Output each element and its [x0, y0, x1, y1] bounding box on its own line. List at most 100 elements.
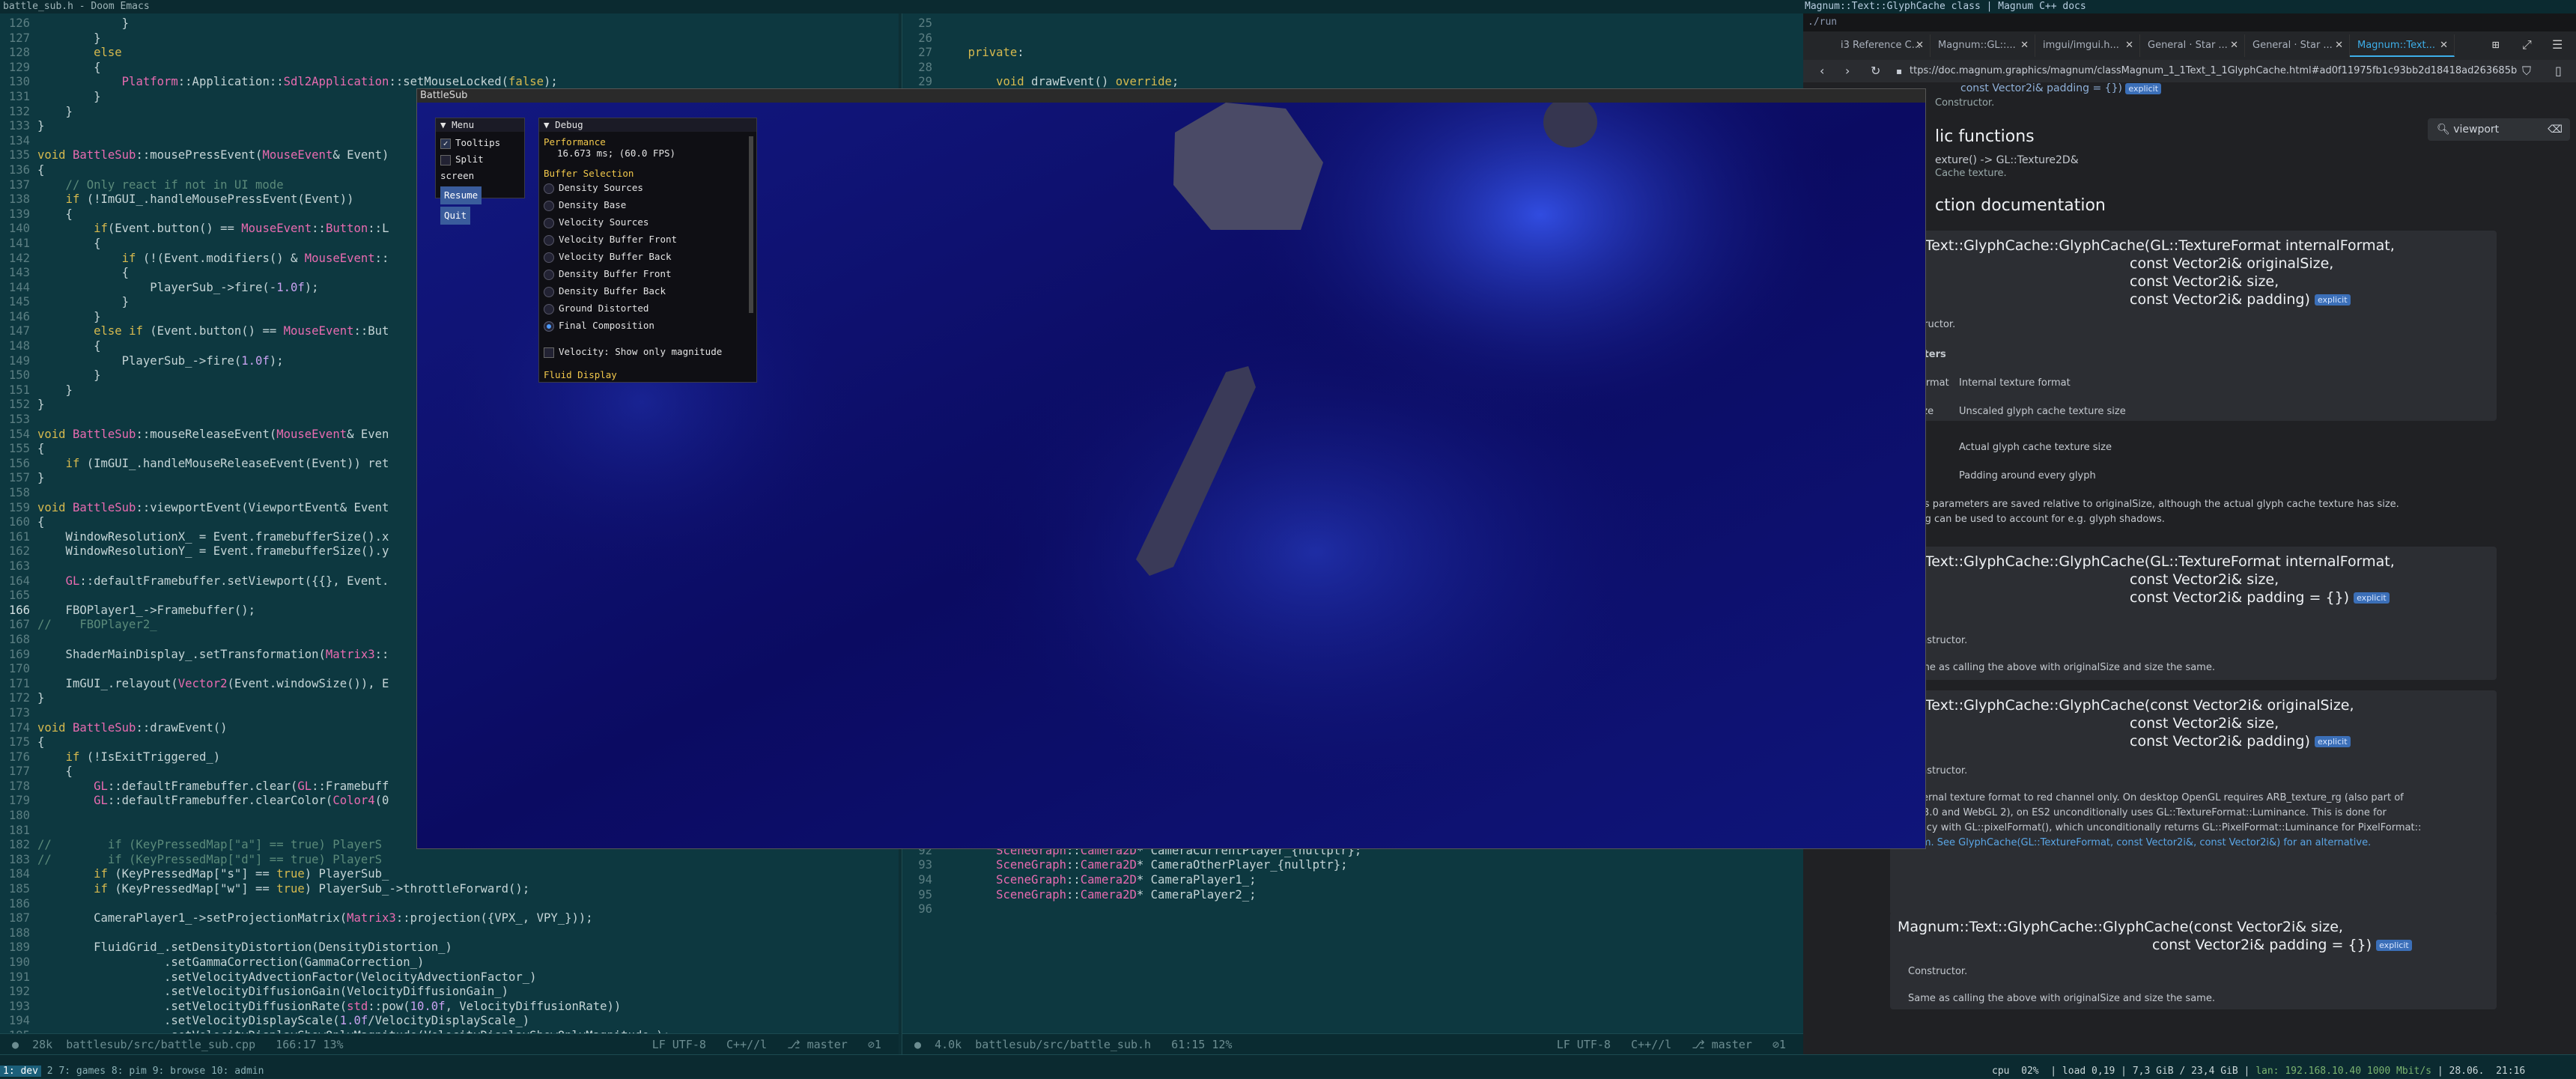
radio-final-composition[interactable]: Final Composition [539, 317, 756, 334]
radio-label: Density Sources [559, 182, 643, 193]
code-line: 126 } [0, 16, 670, 31]
fluid-display-heading[interactable]: Fluid Display [539, 369, 756, 380]
close-icon[interactable]: ✕ [2020, 34, 2029, 57]
radio-ground-distorted[interactable]: Ground Distorted [539, 300, 756, 317]
radio-velocity-front[interactable]: Velocity Buffer Front [539, 231, 756, 248]
tab-imgui[interactable]: imgui/imgui.h... ✕ [2035, 34, 2140, 57]
radio-density-sources[interactable]: Density Sources [539, 179, 756, 196]
tab-magnum-gl[interactable]: Magnum::GL::... ✕ [1931, 34, 2035, 57]
line-number: 134 [8, 133, 30, 148]
code-line: 187 CameraPlayer1_->setProjectionMatrix(… [0, 911, 670, 926]
expand-icon[interactable]: ⤢ [2522, 37, 2532, 52]
line-number: 171 [8, 676, 30, 690]
debug-scrollbar[interactable] [749, 136, 753, 313]
tooltips-checkbox[interactable]: ✓ Tooltips [440, 135, 520, 151]
menu-icon[interactable]: ☰ [2552, 37, 2563, 52]
workspace-list[interactable]: 1: dev 2 7: games 8: pim 9: browse 10: a… [0, 1064, 264, 1079]
code-text: .setVelocityAdvectionFactor(VelocityAdve… [37, 970, 537, 984]
search-icon: 🔍︎ [2437, 124, 2450, 136]
code-text: } [37, 383, 73, 397]
close-icon[interactable]: ✕ [2125, 34, 2133, 57]
workspace-8[interactable]: 8: pim [112, 1066, 147, 1077]
clear-search-icon[interactable]: ⌫ [2548, 118, 2563, 141]
forward-icon[interactable]: › [1845, 60, 1850, 82]
tab-label: Magnum::GL::... [1938, 40, 2016, 51]
close-icon[interactable]: ✕ [2335, 34, 2343, 57]
radio-icon [544, 269, 554, 280]
url-field[interactable]: ttps://doc.magnum.graphics/magnum/classM… [1910, 60, 2517, 82]
explicit-badge: explicit [2314, 294, 2351, 306]
browser-title: Magnum::Text::GlyphCache class | Magnum … [1805, 1, 2086, 12]
code-line: 190 .setGammaCorrection(GammaCorrection_… [0, 955, 670, 970]
code-text: WindowResolutionX_ = Event.framebufferSi… [37, 529, 389, 544]
code-line: 129 { [0, 61, 670, 76]
signature-line: Magnum::Text::GlyphCache::GlyphCache(con… [1898, 919, 2343, 935]
code-line: 191 .setVelocityAdvectionFactor(Velocity… [0, 970, 670, 985]
shield-icon[interactable]: ⛉ [2522, 60, 2531, 82]
tab-general-star-2[interactable]: General · Star ... ✕ [2245, 34, 2350, 57]
radio-label: Density Buffer Front [559, 268, 672, 279]
imgui-debug-window[interactable]: ▼ Debug Performance 16.673 ms; (60.0 FPS… [538, 118, 757, 383]
code-text: { [37, 60, 101, 74]
workspace-1[interactable]: 1: dev [0, 1066, 41, 1077]
constructor-card-3: nu::Text::GlyphCache::GlyphCache(const V… [1890, 690, 2497, 915]
line-number: 28 [918, 60, 932, 74]
signature-line: const Vector2i& size, [2130, 715, 2279, 732]
line-number: 182 [8, 838, 30, 852]
velocity-magnitude-checkbox[interactable]: Velocity: Show only magnitude [539, 343, 756, 360]
radio-label: Velocity Sources [559, 216, 649, 228]
line-number: 186 [8, 896, 30, 911]
line-number: 26 [918, 31, 932, 45]
radio-density-base[interactable]: Density Base [539, 196, 756, 213]
tab-strip[interactable]: i3 Reference C... ✕ Magnum::GL::... ✕ imgu… [1803, 31, 2576, 60]
resume-button[interactable]: Resume [440, 186, 482, 204]
tab-label: General · Star ... [2253, 40, 2333, 51]
code-text: } [37, 104, 73, 118]
reload-icon[interactable]: ↻ [1871, 60, 1880, 82]
code-text: void BattleSub::mousePressEvent(MouseEve… [37, 148, 389, 162]
radio-density-back[interactable]: Density Buffer Back [539, 282, 756, 300]
back-icon[interactable]: ‹ [1820, 60, 1824, 82]
imgui-menu-window[interactable]: ▼ Menu ✓ Tooltips Split screen Resume Qui… [435, 118, 525, 225]
line-number: 153 [8, 413, 30, 427]
tab-magnum-text[interactable]: Magnum::Text... ✕ [2350, 34, 2455, 57]
workspace-2[interactable]: 2 [47, 1066, 53, 1077]
close-icon[interactable]: ✕ [1916, 34, 1924, 57]
debug-title[interactable]: ▼ Debug [539, 118, 756, 132]
menu-title[interactable]: ▼ Menu [436, 118, 524, 132]
code-text: } [37, 368, 101, 383]
debug-title-text: Debug [555, 119, 583, 130]
split-screen-checkbox[interactable]: Split screen [440, 151, 520, 184]
sig-fragment: const Vector2i& padding = {}) explicit [1960, 82, 2162, 94]
workspace-7[interactable]: 7: games [58, 1066, 106, 1077]
radio-velocity-sources[interactable]: Velocity Sources [539, 213, 756, 231]
battlesub-window[interactable]: BattleSub ▼ Menu ✓ Tooltips Split screen … [416, 88, 1926, 849]
workspace-9[interactable]: 9: browse [153, 1066, 205, 1077]
code-text: { [37, 515, 45, 529]
line-number: 133 [8, 119, 30, 133]
quit-button[interactable]: Quit [440, 207, 471, 225]
line-number: 145 [8, 295, 30, 309]
close-icon[interactable]: ✕ [2440, 34, 2448, 57]
tab-general-star-1[interactable]: General · Star ... ✕ [2140, 34, 2245, 57]
code-text: GL::defaultFramebuffer.clearColor(Color4… [94, 794, 389, 808]
checkbox-box [544, 347, 554, 358]
doc-long-4[interactable]: RUnorm. See GlyphCache(GL::TextureFormat… [1892, 837, 2371, 848]
code-text: { [37, 266, 130, 280]
signature-line: nu::Text::GlyphCache::GlyphCache(const V… [1898, 697, 2354, 714]
new-tab-icon[interactable]: ⊞ [2492, 37, 2500, 52]
tab-i3-reference[interactable]: i3 Reference C... ✕ [1833, 34, 1931, 57]
radio-density-front[interactable]: Density Buffer Front [539, 265, 756, 282]
line-number: 135 [8, 148, 30, 162]
code-line: 184 if (KeyPressedMap["s"] == true) Play… [0, 867, 670, 882]
workspace-10[interactable]: 10: admin [211, 1066, 264, 1077]
code-text: if (!IsExitTriggered_) [65, 750, 221, 764]
doc-search-input[interactable]: 🔍︎ viewport ⌫ [2428, 118, 2570, 141]
code-text: if (ImGUI_.handleMouseReleaseEvent(Event… [65, 456, 389, 470]
close-icon[interactable]: ✕ [2230, 34, 2238, 57]
radio-velocity-back[interactable]: Velocity Buffer Back [539, 248, 756, 265]
performance-heading: Performance [544, 136, 606, 148]
bookmark-icon[interactable]: ▯ [2555, 60, 2562, 82]
line-number: 172 [8, 691, 30, 705]
signature-1: nu::Text::GlyphCache::GlyphCache(GL::Tex… [1890, 231, 2497, 314]
